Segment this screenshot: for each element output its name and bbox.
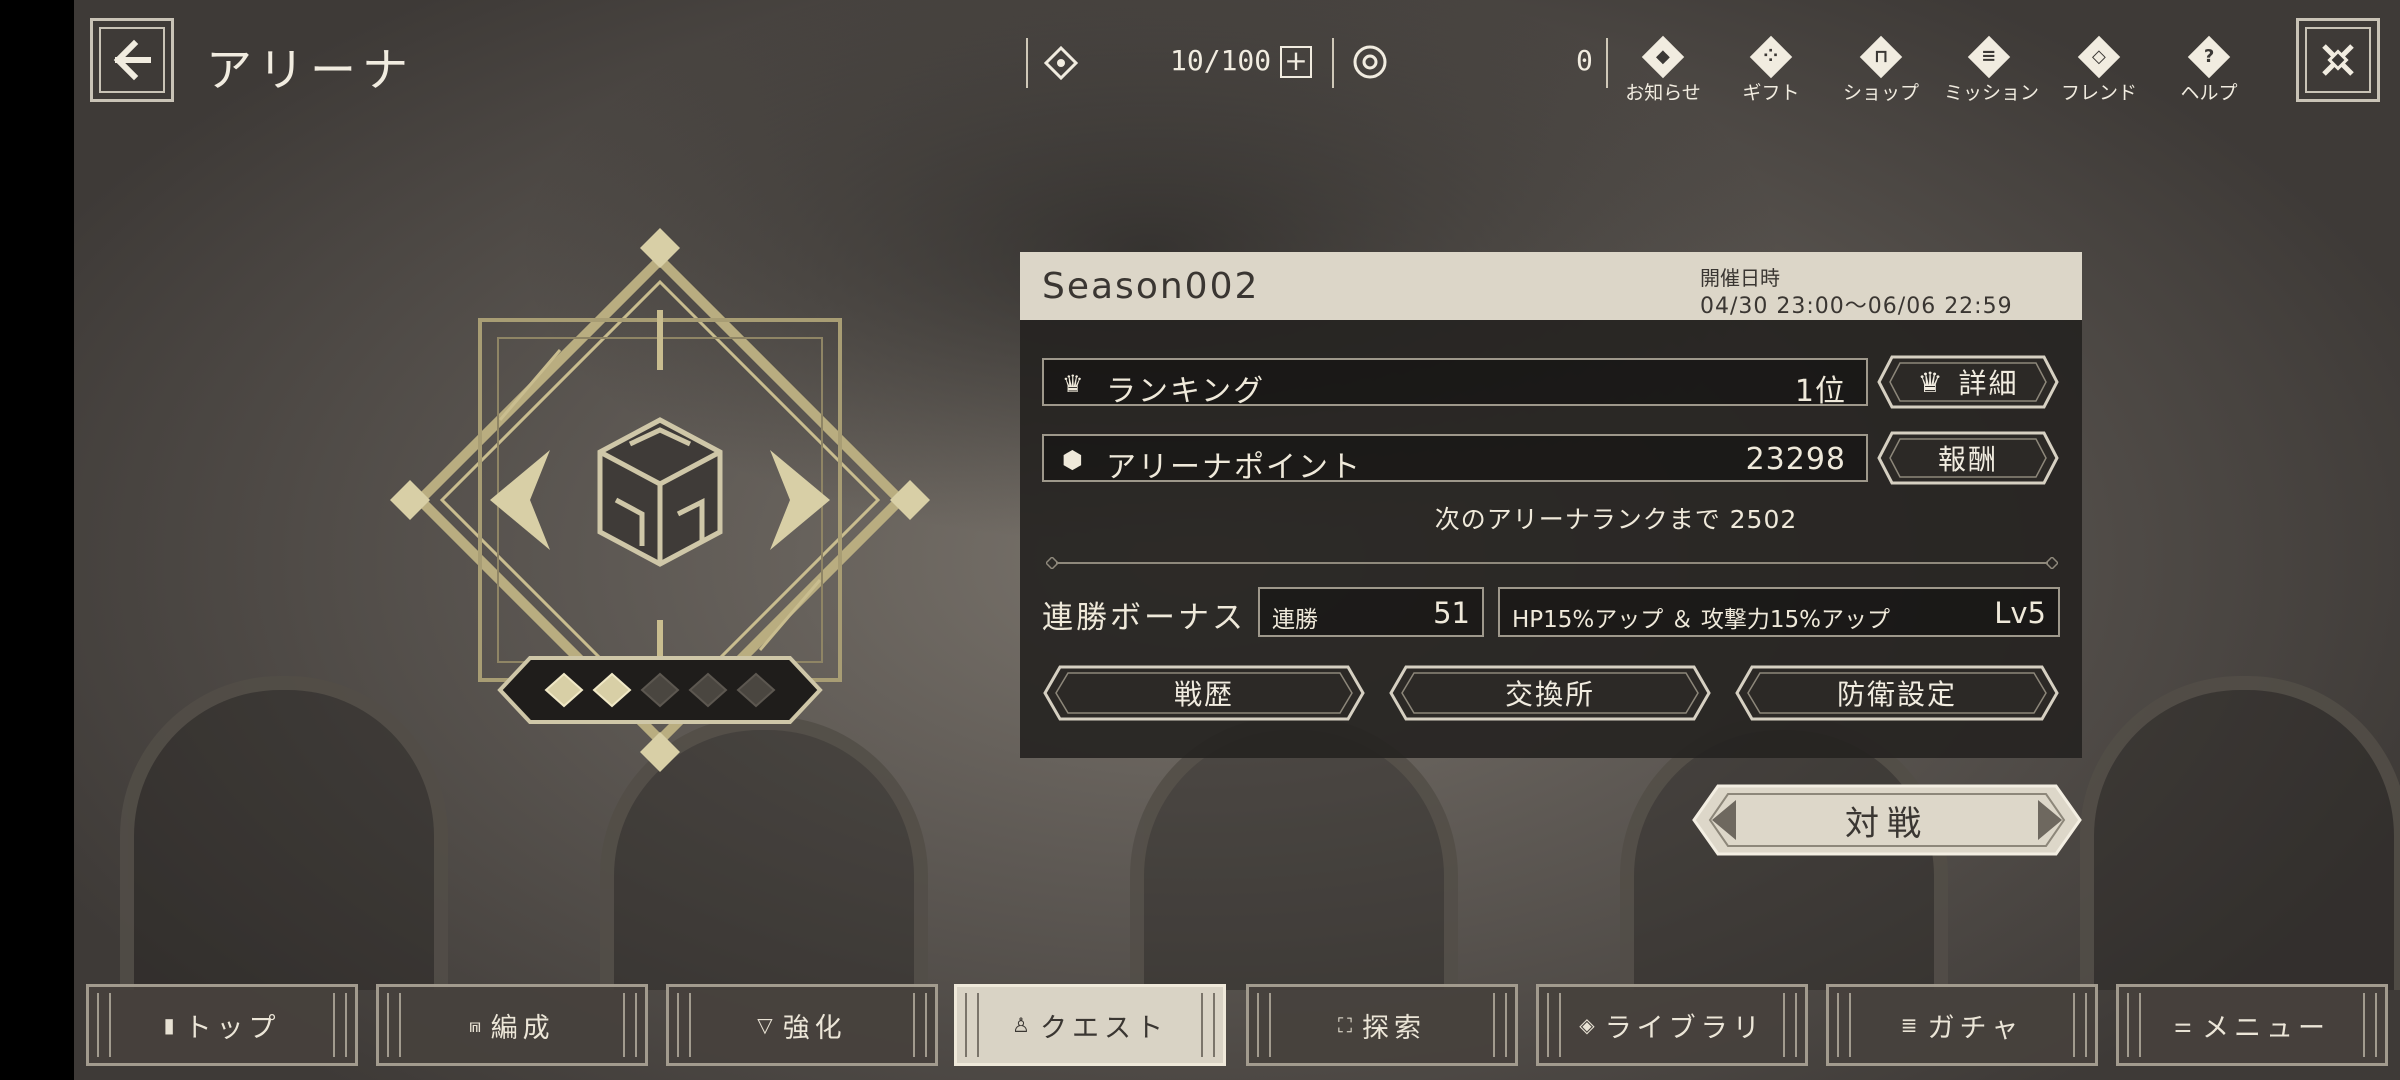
friend-button[interactable]: ◇ フレンド [2054,35,2144,105]
stamina-icon [1043,46,1079,80]
gift-button[interactable]: ⁘ ギフト [1726,35,1816,105]
library-icon: ◈ [1579,1013,1595,1037]
exchange-button[interactable]: 交換所 [1388,664,1712,722]
mission-label: ミッション [1944,82,2040,104]
friend-label: フレンド [2060,82,2137,104]
back-button[interactable] [90,18,174,102]
streak-count-label: 連勝 [1272,607,1318,633]
battle-history-label: 戦歴 [1173,678,1234,711]
nav-label-enhance: 強化 [782,1012,847,1044]
season-name: Season002 [1042,266,1260,307]
close-icon [2322,44,2354,76]
divider [1332,38,1334,88]
news-label: お知らせ [1625,82,1701,104]
screen-edge-bar [0,0,74,1080]
streak-bonus-level: Lv5 [1994,596,2046,630]
crown-icon: ♛ [1062,370,1084,398]
crown-icon: ♛ [1917,365,1945,399]
nav-label-library: ライブラリ [1604,1012,1765,1044]
nav-label-formation: 編成 [490,1012,555,1044]
battle-button[interactable]: 対戦 [1692,782,2082,858]
arena-rank-emblem [390,228,930,772]
currency-icon [1353,45,1387,79]
add-stamina-button[interactable]: + [1280,46,1312,78]
nav-label-top: トップ [184,1012,281,1044]
nav-tab-gacha[interactable]: ≣ ガチャ [1826,984,2098,1066]
gacha-icon: ≣ [1900,1013,1918,1037]
background-arch [2080,676,2400,990]
arena-points-value: 23298 [1745,442,1846,477]
streak-bonus-text: HP15%アップ ＆ 攻撃力15%アップ [1512,607,1891,633]
friend-icon: ◇ [2077,35,2121,79]
arena-points-label: アリーナポイント [1106,450,1362,485]
battle-label: 対戦 [1845,803,1929,844]
help-icon: ? [2187,35,2231,79]
ranking-details-button[interactable]: ♛ 詳細 [1876,354,2060,410]
enhance-icon: ▽ [757,1013,773,1037]
cube-icon: ⬢ [1062,446,1083,474]
nav-label-quest: クエスト [1039,1012,1168,1044]
nav-label-gacha: ガチャ [1927,1012,2024,1044]
streak-bonus-box: HP15%アップ ＆ 攻撃力15%アップ Lv5 [1498,587,2060,637]
close-button[interactable] [2296,18,2380,102]
gift-icon: ⁘ [1749,35,1793,79]
details-label: 詳細 [1958,367,2019,400]
nav-label-explore: 探索 [1362,1012,1426,1044]
defense-settings-label: 防衛設定 [1836,678,1957,711]
arrow-left-icon [113,39,151,81]
ranking-row: ♛ ランキング 1位 [1042,358,1868,409]
formation-icon: ⩎ [469,1013,481,1037]
ranking-value: 1位 [1794,374,1846,409]
nav-tab-quest[interactable]: ♙ クエスト [954,984,1226,1066]
gift-label: ギフト [1742,82,1800,104]
currency-value: 0 [1576,44,1593,77]
streak-count-box: 連勝 51 [1258,587,1484,637]
shop-button[interactable]: ⊓ ショップ [1836,35,1926,105]
streak-bonus-title: 連勝ボーナス [1042,600,1246,636]
page-title: アリーナ [206,43,414,97]
top-icon: ▮ [163,1013,175,1037]
news-button[interactable]: ◆ お知らせ [1618,35,1708,105]
battle-history-button[interactable]: 戦歴 [1042,664,1366,722]
nav-label-menu: メニュー [2201,1012,2330,1044]
nav-tab-top[interactable]: ▮ トップ [86,984,358,1066]
mission-button[interactable]: ≡ ミッション [1944,35,2040,105]
reward-button[interactable]: 報酬 [1876,430,2060,486]
defense-settings-button[interactable]: 防衛設定 [1734,664,2060,722]
news-icon: ◆ [1641,35,1685,79]
shop-icon: ⊓ [1859,35,1903,79]
divider [1026,38,1028,88]
stamina-value: 10/100 [1170,44,1272,77]
arena-points-row: ⬢ アリーナポイント 23298 [1042,434,1868,485]
shop-label: ショップ [1842,82,1919,104]
streak-count-value: 51 [1433,596,1470,630]
help-label: ヘルプ [2180,82,2238,104]
help-button[interactable]: ? ヘルプ [2164,35,2254,105]
season-date-value: 04/30 23:00～06/06 22:59 [1700,294,2013,319]
nav-tab-explore[interactable]: ⛶ 探索 [1246,984,1518,1066]
divider [1606,38,1608,88]
ranking-label: ランキング [1106,374,1266,409]
reward-label: 報酬 [1937,443,1998,476]
exchange-label: 交換所 [1504,678,1595,711]
menu-icon: ⚌ [2174,1013,2192,1037]
explore-icon: ⛶ [1338,1013,1352,1037]
nav-tab-library[interactable]: ◈ ライブラリ [1536,984,1808,1066]
ranking-details-content: ♛ 詳細 [1876,354,2060,410]
nav-tab-menu[interactable]: ⚌ メニュー [2116,984,2388,1066]
mission-icon: ≡ [1967,35,2011,79]
season-info-panel: Season002 開催日時 04/30 23:00～06/06 22:59 ♛… [1020,252,2082,758]
section-divider [1046,557,2058,569]
season-header: Season002 開催日時 04/30 23:00～06/06 22:59 [1020,252,2082,320]
next-rank-text: 次のアリーナランクまで 2502 [1434,505,1798,534]
season-date-label: 開催日時 [1700,266,1780,290]
quest-icon: ♙ [1012,1013,1030,1037]
nav-tab-formation[interactable]: ⩎ 編成 [376,984,648,1066]
nav-tab-enhance[interactable]: ▽ 強化 [666,984,938,1066]
